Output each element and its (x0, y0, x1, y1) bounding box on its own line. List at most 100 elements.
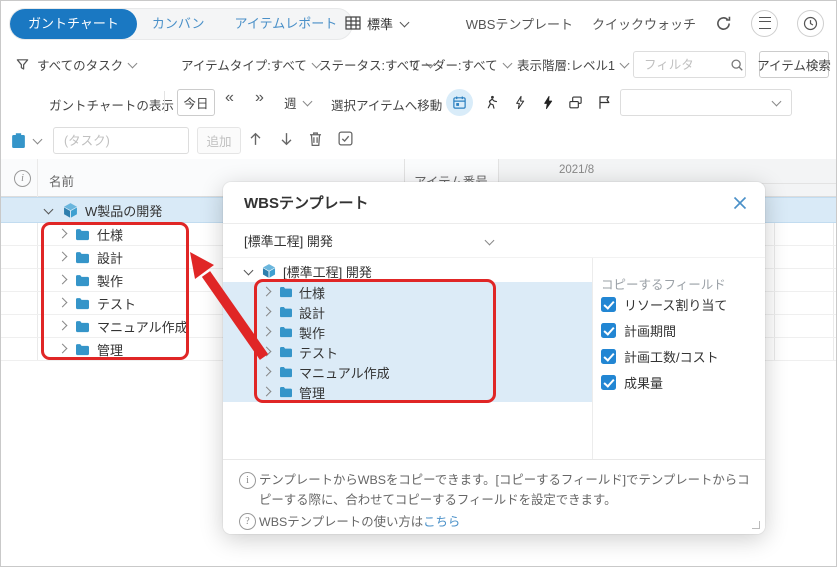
search-icon[interactable] (730, 58, 744, 72)
copy-tool-button[interactable] (562, 89, 589, 116)
chevron-down-icon (128, 58, 138, 68)
chevron-down-icon[interactable] (44, 204, 54, 214)
clock-icon (803, 16, 818, 31)
copy-field-label: 計画期間 (624, 321, 676, 340)
tab-gantt-chart[interactable]: ガントチャート (10, 9, 137, 39)
navbar-right-cluster: WBSテンプレート クイックウォッチ (466, 1, 824, 45)
history-button[interactable] (797, 10, 824, 37)
flag-icon (597, 95, 612, 110)
level-filter-label: 表示階層:レベル1 (517, 55, 615, 74)
main-menu-button[interactable] (751, 10, 778, 37)
annotation-rect-dialog (254, 279, 496, 403)
filter-input[interactable] (642, 57, 730, 73)
chevron-down-icon (772, 97, 782, 107)
name-column-header[interactable]: 名前 (49, 171, 74, 190)
item-type-filter-label: アイテムタイプ:すべて (181, 55, 307, 74)
cube-icon (62, 202, 79, 219)
gantt-display-toggle-label: ガントチャートの表示 (49, 95, 174, 114)
copy-field-checkbox-deliverable[interactable]: 成果量 (601, 373, 663, 392)
chevron-down-icon[interactable] (244, 265, 254, 275)
help-text: WBSテンプレートの使い方は (259, 515, 423, 529)
copy-icon (568, 95, 583, 110)
checkbox-check-icon (337, 130, 354, 147)
calendar-icon (452, 95, 467, 110)
help-link[interactable]: こちら (423, 515, 460, 529)
quick-task-tool-button[interactable] (506, 89, 533, 116)
task-filter-label: すべてのタスク (37, 55, 123, 74)
tab-item-report[interactable]: アイテムレポート (220, 10, 353, 38)
lightning-filled-icon (541, 95, 555, 110)
chevron-down-icon (400, 17, 410, 27)
view-tab-group: ガントチャート カンバン アイテムレポート (9, 8, 353, 40)
new-task-input[interactable] (62, 133, 178, 149)
item-search-button[interactable]: アイテム検索 (759, 51, 829, 78)
toolbar-dropdown[interactable] (620, 89, 792, 116)
quick-watch-link[interactable]: クイックウォッチ (592, 14, 696, 33)
move-up-button[interactable] (247, 130, 264, 148)
help-icon: ? (239, 513, 256, 530)
toolbar-divider (164, 91, 165, 113)
level-filter-dropdown[interactable]: 表示階層:レベル1 (517, 45, 630, 83)
hamburger-icon (759, 17, 771, 29)
template-select[interactable]: [標準工程] 開発 (223, 224, 765, 258)
assignee-tool-button[interactable] (478, 89, 505, 116)
copy-field-label: 計画工数/コスト (624, 347, 719, 366)
move-to-selected-item-button[interactable]: 選択アイテムへ移動 (331, 95, 442, 114)
dialog-footer: i テンプレートからWBSをコピーできます。[コピーするフィールド]でテンプレー… (223, 459, 765, 534)
prev-period-button[interactable]: « (225, 89, 234, 107)
tree-root-label: [標準工程] 開発 (283, 262, 372, 281)
copy-field-label: リソース割り当て (624, 295, 727, 314)
move-down-button[interactable] (278, 130, 295, 148)
delete-button[interactable] (307, 130, 324, 148)
calendar-tool-button[interactable] (446, 89, 473, 116)
app-window: ガントチャート カンバン アイテムレポート 標準 WBSテンプレート クイックウ… (0, 0, 837, 567)
checkbox-checked-icon[interactable] (601, 323, 616, 338)
resize-handle[interactable] (752, 521, 760, 529)
template-select-value: [標準工程] 開発 (244, 231, 333, 250)
scale-select[interactable]: 週 (284, 83, 313, 121)
item-type-select[interactable] (11, 121, 43, 159)
copy-field-label: 成果量 (624, 373, 663, 392)
copy-field-checkbox-resource[interactable]: リソース割り当て (601, 295, 727, 314)
refresh-icon[interactable] (715, 15, 732, 32)
task-filter-dropdown[interactable]: すべてのタスク (37, 45, 138, 83)
checkbox-checked-icon[interactable] (601, 349, 616, 364)
task-clipboard-icon (11, 132, 26, 149)
leader-filter-label: リーダー:すべて (408, 55, 498, 74)
scale-select-value: 週 (284, 93, 297, 112)
status-filter-label: ステータス:すべて (319, 55, 421, 74)
gantt-month-label: 2021/8 (559, 164, 594, 176)
checkbox-checked-icon[interactable] (601, 297, 616, 312)
select-mode-button[interactable] (337, 130, 354, 147)
wbs-template-dialog: WBSテンプレート [標準工程] 開発 [標準工程] 開発 仕様 (223, 182, 765, 534)
copy-field-checkbox-effort[interactable]: 計画工数/コスト (601, 347, 719, 366)
grid-icon (345, 16, 361, 30)
dialog-info-text: テンプレートからWBSをコピーできます。[コピーするフィールド]でテンプレートか… (259, 470, 761, 510)
view-preset-selector[interactable]: 標準 (345, 1, 410, 45)
chevron-down-icon (33, 134, 43, 144)
copy-fields-label: コピーするフィールド (601, 274, 726, 293)
wbs-template-link[interactable]: WBSテンプレート (466, 14, 573, 33)
quick-task-filled-tool-button[interactable] (534, 89, 561, 116)
chevron-down-icon (619, 58, 629, 68)
tab-kanban[interactable]: カンバン (137, 10, 220, 38)
trash-icon (307, 130, 324, 148)
walking-person-icon (484, 95, 499, 110)
chevron-down-icon (302, 96, 312, 106)
leader-filter-dropdown[interactable]: リーダー:すべて (408, 45, 513, 83)
cube-icon (261, 263, 277, 279)
next-period-button[interactable]: » (255, 89, 264, 107)
item-type-filter-dropdown[interactable]: アイテムタイプ:すべて (181, 45, 322, 83)
today-button[interactable]: 今日 (177, 89, 215, 116)
info-icon: i (239, 472, 256, 489)
flag-tool-button[interactable] (591, 89, 618, 116)
close-icon (733, 196, 747, 210)
new-task-input-wrap (53, 127, 189, 154)
lightning-outline-icon (513, 95, 527, 110)
dialog-close-button[interactable] (733, 196, 747, 210)
add-button[interactable]: 追加 (197, 127, 241, 154)
filter-input-wrap (633, 51, 746, 78)
copy-field-checkbox-period[interactable]: 計画期間 (601, 321, 676, 340)
dialog-tree-root[interactable]: [標準工程] 開発 (223, 261, 592, 281)
checkbox-checked-icon[interactable] (601, 375, 616, 390)
